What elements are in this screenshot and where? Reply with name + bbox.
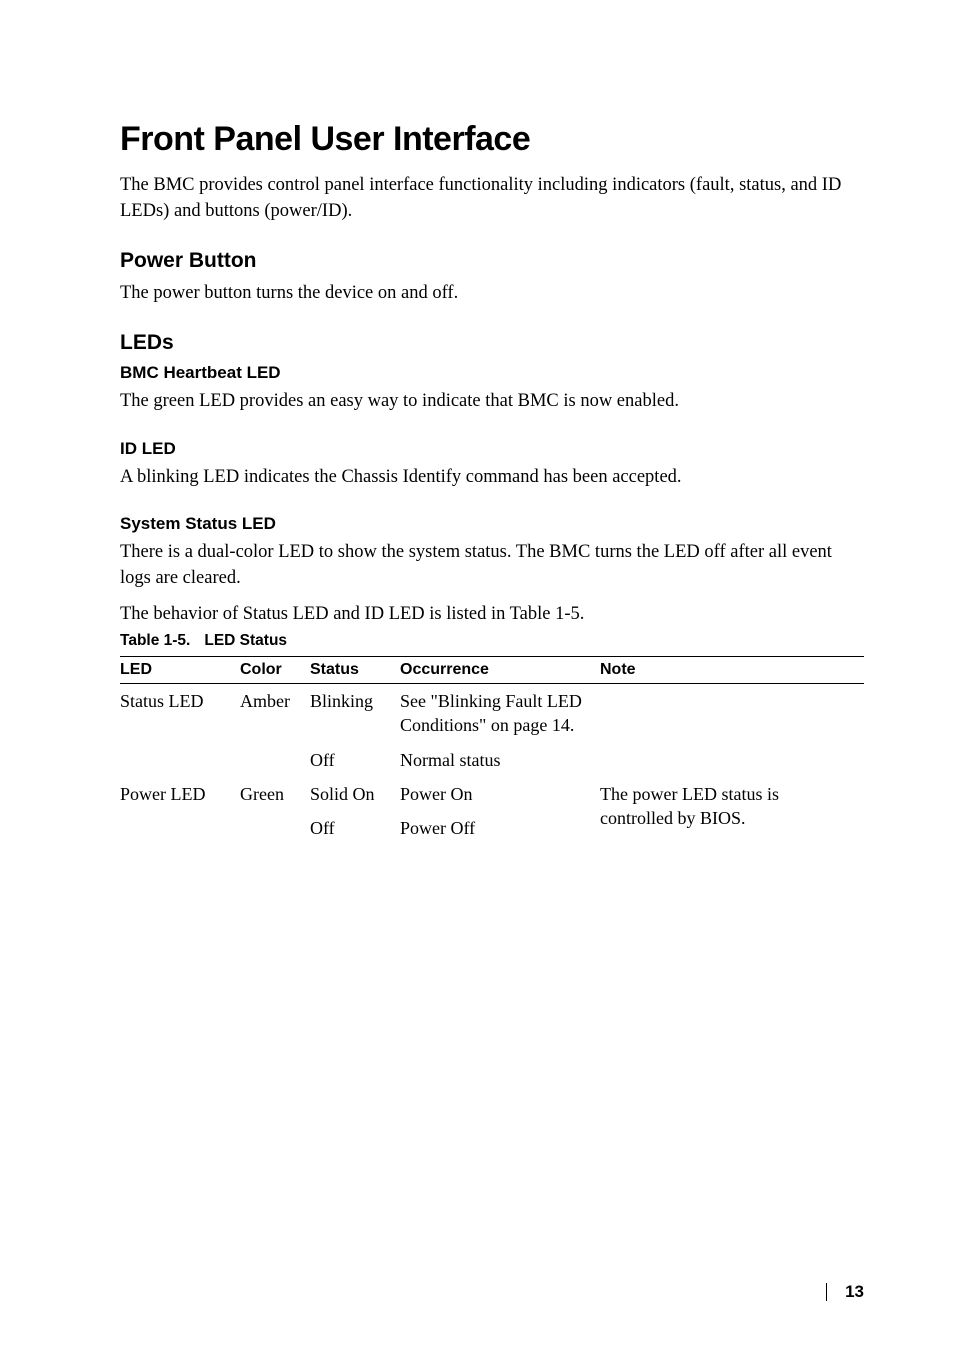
td-led: Power LED [120,777,240,811]
td-led [120,743,240,777]
td-status: Off [310,811,400,845]
td-color [240,743,310,777]
intro-paragraph: The BMC provides control panel interface… [120,173,864,225]
page-title: Front Panel User Interface [120,120,864,159]
table-caption-title: LED Status [204,632,287,649]
td-occurrence: Power Off [400,811,600,845]
td-note [600,743,864,777]
led-status-table: LED Color Status Occurrence Note Status … [120,656,864,845]
table-row: Off Normal status [120,743,864,777]
table-header-row: LED Color Status Occurrence Note [120,657,864,684]
th-note: Note [600,657,864,684]
heading-leds: LEDs [120,331,864,355]
text-power-button: The power button turns the device on and… [120,281,864,307]
heading-power-button: Power Button [120,249,864,273]
td-occurrence: Power On [400,777,600,811]
page-footer: 13 [826,1282,864,1302]
th-color: Color [240,657,310,684]
td-led: Status LED [120,684,240,743]
text-id-led: A blinking LED indicates the Chassis Ide… [120,465,864,491]
table-row: Status LED Amber Blinking See "Blinking … [120,684,864,743]
td-status: Off [310,743,400,777]
td-occurrence: See "Blinking Fault LED Conditions" on p… [400,684,600,743]
heading-id-led: ID LED [120,439,864,459]
text-bmc-heartbeat: The green LED provides an easy way to in… [120,389,864,415]
th-led: LED [120,657,240,684]
table-row: Power LED Green Solid On Power On The po… [120,777,864,811]
table-caption-number: Table 1-5. [120,632,190,649]
heading-system-status-led: System Status LED [120,514,864,534]
td-occurrence: Normal status [400,743,600,777]
table-caption: Table 1-5. LED Status [120,632,864,650]
td-color [240,811,310,845]
td-status: Blinking [310,684,400,743]
td-led [120,811,240,845]
td-note: The power LED status is controlled by BI… [600,777,864,846]
td-status: Solid On [310,777,400,811]
footer-divider [826,1283,827,1301]
heading-bmc-heartbeat: BMC Heartbeat LED [120,363,864,383]
page-number: 13 [845,1282,864,1302]
td-color: Green [240,777,310,811]
text-system-status-2: The behavior of Status LED and ID LED is… [120,602,864,628]
td-note [600,684,864,743]
td-color: Amber [240,684,310,743]
text-system-status-1: There is a dual-color LED to show the sy… [120,540,864,592]
th-status: Status [310,657,400,684]
th-occurrence: Occurrence [400,657,600,684]
